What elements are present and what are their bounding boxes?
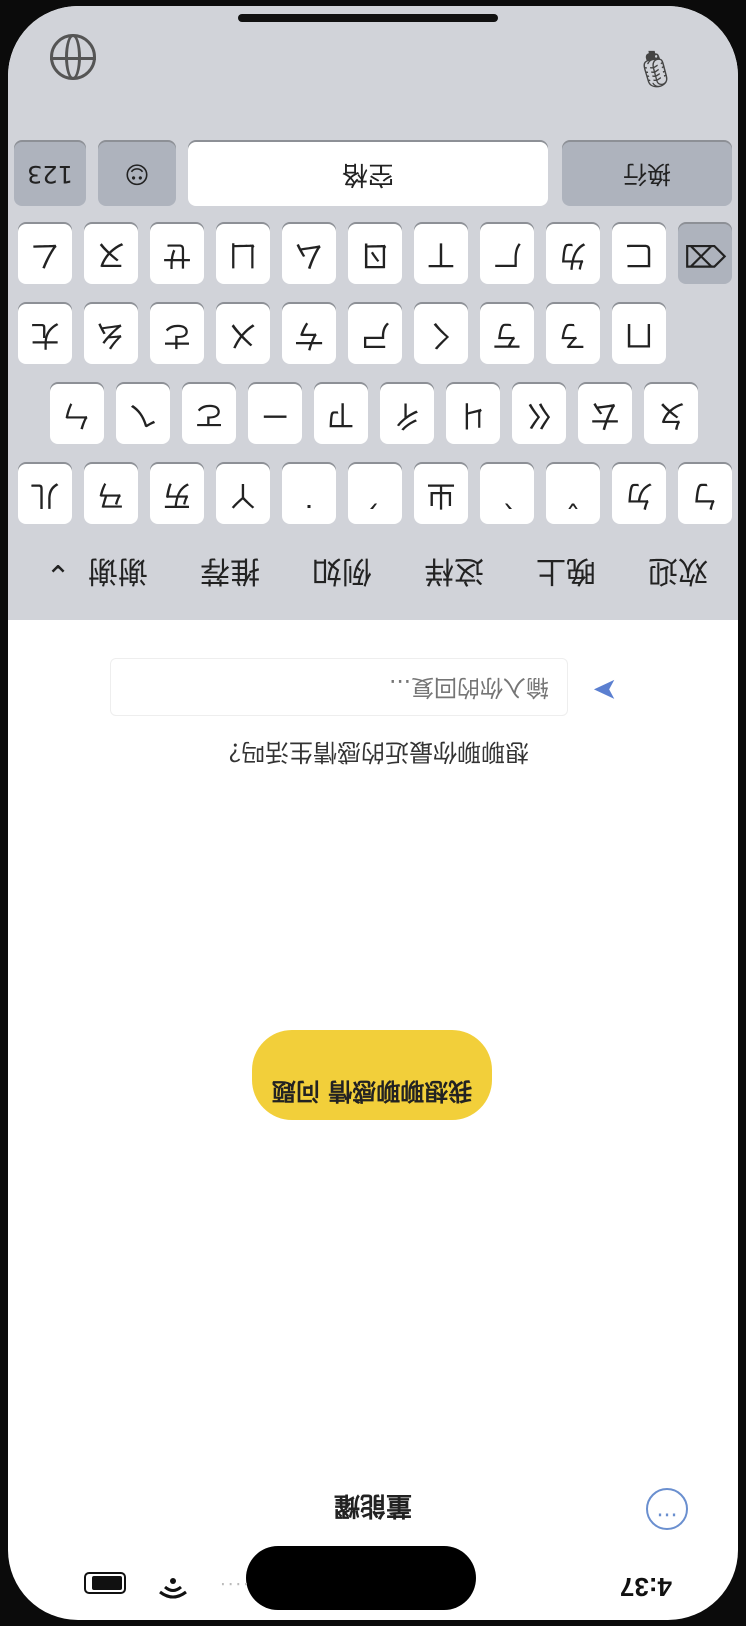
key[interactable]: ˊ <box>348 464 402 524</box>
key[interactable]: ㄩ <box>216 224 270 284</box>
key[interactable]: ㄍ <box>512 384 566 444</box>
contact-name: 董能耀 <box>334 1490 413 1520</box>
key[interactable]: ㄌ <box>546 224 600 284</box>
key[interactable]: ㄨ <box>216 304 270 364</box>
key[interactable]: ㄏ <box>480 224 534 284</box>
reply-input[interactable] <box>110 658 568 716</box>
candidate-word[interactable]: 欢迎 <box>648 552 708 596</box>
globe-icon[interactable] <box>50 34 96 80</box>
chevron-down-icon[interactable]: ⌄ <box>38 557 78 592</box>
screen: 4:37 ···· 董能耀 ··· 我想聊聊感情 问题 想聊聊你最近的感情生活吗… <box>8 6 738 1620</box>
ellipsis-circle-icon[interactable]: ··· <box>646 1488 688 1530</box>
candidate-word[interactable]: 推荐 <box>200 552 260 596</box>
key[interactable]: ㄐ <box>446 384 500 444</box>
wifi-icon <box>159 1578 187 1599</box>
signal-indicator: ···· <box>218 1573 249 1594</box>
user-message-bubble: 我想聊聊感情 问题 <box>252 1030 492 1120</box>
key[interactable]: ㄧ <box>248 384 302 444</box>
key[interactable]: ㄟ <box>116 384 170 444</box>
key[interactable]: ˇ <box>546 464 600 524</box>
key[interactable]: ㄠ <box>84 304 138 364</box>
key[interactable]: ㄊ <box>578 384 632 444</box>
chat-header: 董能耀 ··· <box>8 1480 738 1540</box>
rotated-screen-content: 4:37 ···· 董能耀 ··· 我想聊聊感情 问题 想聊聊你最近的感情生活吗… <box>8 6 738 1620</box>
key[interactable]: ㄤ <box>18 304 72 364</box>
key[interactable]: ㄉ <box>612 464 666 524</box>
microphone-icon[interactable]: 🎙 <box>632 34 678 90</box>
key[interactable]: ㄋ <box>546 304 600 364</box>
zhuyin-keyboard: ⌄ 欢迎 晚上 这样 例如 推荐 谢谢 ㄅ ㄉ ˇ ˋ ㄓ ˊ ˙ ㄚ ㄞ ㄢ … <box>8 6 738 620</box>
key[interactable]: ㄒ <box>414 224 468 284</box>
key[interactable]: ㄕ <box>348 304 402 364</box>
dynamic-island <box>246 1546 476 1610</box>
emoji-icon[interactable]: ☺ <box>98 142 176 206</box>
key[interactable]: ㄓ <box>414 464 468 524</box>
key[interactable]: ㄡ <box>84 224 138 284</box>
delete-icon[interactable]: ⌫ <box>678 224 732 284</box>
key[interactable]: ㄣ <box>50 384 104 444</box>
send-icon[interactable]: ➤ <box>588 672 622 707</box>
candidate-word[interactable]: 谢谢 <box>88 552 148 596</box>
key[interactable]: ㄆ <box>644 384 698 444</box>
key[interactable]: ㄖ <box>348 224 402 284</box>
suggestion-prompt: 想聊聊你最近的感情生活吗？ <box>217 738 529 766</box>
key[interactable]: ㄢ <box>84 464 138 524</box>
key[interactable]: ˙ <box>282 464 336 524</box>
key[interactable]: ㄎ <box>480 304 534 364</box>
key[interactable]: ㄔ <box>380 384 434 444</box>
message-text: 我想聊聊感情 问题 <box>271 1077 473 1105</box>
key[interactable]: ㄞ <box>150 464 204 524</box>
key[interactable]: ㄈ <box>612 224 666 284</box>
number-key[interactable]: 123 <box>14 142 86 206</box>
key[interactable]: ㄑ <box>414 304 468 364</box>
key[interactable]: ㄇ <box>612 304 666 364</box>
status-time: 4:37 <box>619 1572 672 1602</box>
key[interactable]: ㄝ <box>150 224 204 284</box>
key[interactable]: ㄅ <box>678 464 732 524</box>
key[interactable]: ˋ <box>480 464 534 524</box>
key[interactable]: ㄙ <box>282 224 336 284</box>
candidate-word[interactable]: 这样 <box>424 552 484 596</box>
key[interactable]: ㄘ <box>282 304 336 364</box>
key[interactable]: ㄗ <box>314 384 368 444</box>
return-key[interactable]: 换行 <box>562 142 732 206</box>
space-key[interactable]: 空格 <box>188 142 548 206</box>
phone-frame: 4:37 ···· 董能耀 ··· 我想聊聊感情 问题 想聊聊你最近的感情生活吗… <box>0 0 746 1626</box>
key[interactable]: ㄥ <box>18 224 72 284</box>
candidate-word[interactable]: 例如 <box>312 552 372 596</box>
key[interactable]: ㄚ <box>216 464 270 524</box>
key[interactable]: ㄜ <box>150 304 204 364</box>
home-indicator <box>238 14 498 22</box>
battery-icon <box>84 1572 126 1594</box>
status-bar: 4:37 ···· <box>8 1546 738 1620</box>
key[interactable]: ㄦ <box>18 464 72 524</box>
key[interactable]: ㄛ <box>182 384 236 444</box>
candidate-bar: ⌄ 欢迎 晚上 这样 例如 推荐 谢谢 <box>8 530 738 620</box>
candidate-word[interactable]: 晚上 <box>536 552 596 596</box>
composer: ➤ <box>8 648 738 720</box>
